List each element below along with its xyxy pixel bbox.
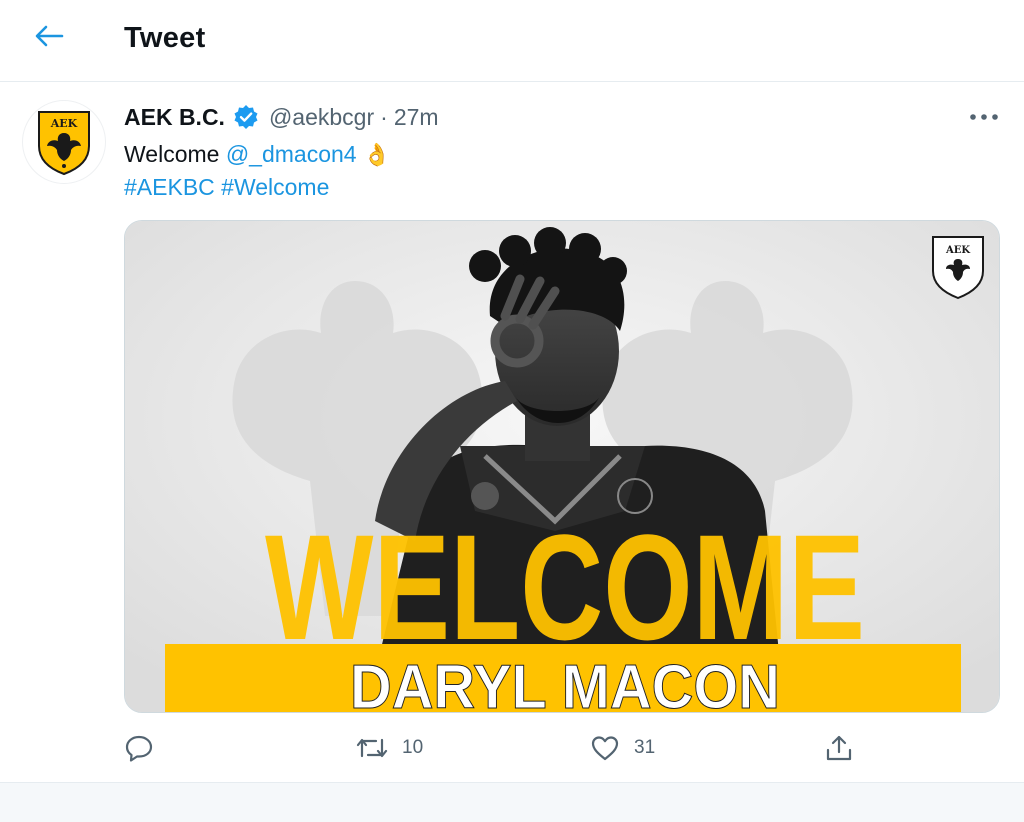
tweet-header: Tweet xyxy=(0,0,1024,82)
arrow-left-icon xyxy=(35,25,64,47)
mention-link[interactable]: @_dmacon4 xyxy=(226,141,357,167)
tweet-timestamp[interactable]: 27m xyxy=(394,104,439,131)
tweet-welcome-text: Welcome xyxy=(124,141,220,167)
heart-icon xyxy=(591,736,619,761)
hashtag-aekbc[interactable]: #AEKBC xyxy=(124,174,215,200)
retweet-count: 10 xyxy=(402,737,424,758)
share-icon xyxy=(826,735,852,761)
verified-badge-icon xyxy=(233,104,259,130)
more-options-button[interactable] xyxy=(962,102,1006,132)
player-name-text: DARYL MACON xyxy=(350,653,780,713)
more-dots-icon xyxy=(970,114,998,120)
tweet-article: ΑΕΚ AEK B.C. @aekbcgr · 27m Welcome @_dm… xyxy=(0,82,1024,782)
reply-icon xyxy=(125,735,153,762)
aek-logo-icon: ΑΕΚ xyxy=(38,111,90,176)
author-handle[interactable]: @aekbcgr xyxy=(269,104,374,131)
tweet-actions: 10 31 xyxy=(124,730,1000,766)
club-badge-icon: ΑΕΚ xyxy=(932,236,984,300)
retweet-button[interactable]: 10 xyxy=(356,730,423,766)
page-title: Tweet xyxy=(124,22,206,54)
retweet-icon xyxy=(356,738,388,758)
author-name[interactable]: AEK B.C. xyxy=(124,104,225,131)
reply-button[interactable] xyxy=(124,730,154,766)
tweet-meta: AEK B.C. @aekbcgr · 27m xyxy=(124,102,439,132)
ok-hand-emoji: 👌 xyxy=(362,142,391,167)
tweet-media-image[interactable]: WELCOME DARYL MACON ΑΕΚ xyxy=(124,220,1000,713)
like-count: 31 xyxy=(634,737,656,758)
meta-separator: · xyxy=(380,103,388,130)
tweet-text-line-2: #AEKBC #Welcome xyxy=(124,171,984,203)
avatar-logo-text: ΑΕΚ xyxy=(50,117,78,130)
back-button[interactable] xyxy=(26,18,72,54)
bottom-separator xyxy=(0,782,1024,822)
hashtag-welcome[interactable]: #Welcome xyxy=(221,174,329,200)
avatar[interactable]: ΑΕΚ xyxy=(22,100,106,184)
like-button[interactable]: 31 xyxy=(590,730,655,766)
club-badge-text: ΑΕΚ xyxy=(945,245,970,256)
share-button[interactable] xyxy=(824,730,854,766)
tweet-text: Welcome @_dmacon4 👌 #AEKBC #Welcome xyxy=(124,138,984,203)
tweet-text-line-1: Welcome @_dmacon4 👌 xyxy=(124,138,984,171)
